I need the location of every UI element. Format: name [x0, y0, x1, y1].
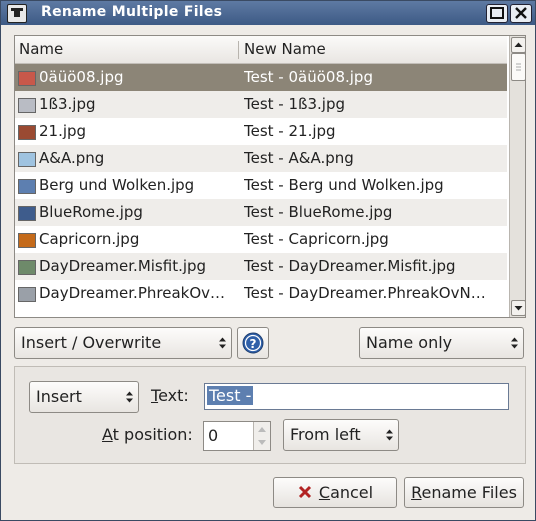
action-select[interactable]: Insert: [29, 381, 139, 413]
image-thumbnail-icon: [18, 287, 36, 302]
file-name-cell: 1ß3.jpg: [39, 95, 96, 113]
cancel-icon: [298, 485, 311, 499]
updown-arrow-icon: [511, 337, 518, 349]
column-separator[interactable]: [238, 41, 239, 59]
new-name-cell: Test - 21.jpg: [244, 122, 336, 140]
image-thumbnail-icon: [18, 71, 36, 86]
svg-text:?: ?: [250, 337, 257, 351]
file-name-cell: Berg und Wolken.jpg: [39, 176, 195, 194]
image-thumbnail-icon: [18, 233, 36, 248]
table-row[interactable]: Capricorn.jpg Test - Capricorn.jpg: [15, 226, 507, 253]
updown-arrow-icon: [126, 391, 133, 403]
image-thumbnail-icon: [18, 125, 36, 140]
file-rows: 0äüö08.jpg Test - 0äüö08.jpg 1ß3.jpg Test -…: [15, 64, 507, 307]
new-name-cell: Test - DayDreamer.PhreakOvN…: [244, 284, 486, 302]
window-title: Rename Multiple Files: [41, 4, 223, 20]
file-name-cell: DayDreamer.PhreakOv…: [39, 284, 226, 302]
text-label: Text:: [151, 386, 189, 405]
help-icon: ?: [242, 332, 264, 354]
close-icon: [515, 7, 527, 19]
maximize-button[interactable]: [486, 4, 508, 23]
file-list: Name New Name 0äüö08.jpg Test - 0äüö08.jp…: [14, 35, 526, 318]
file-name-cell: 0äüö08.jpg: [39, 68, 124, 86]
table-row[interactable]: 21.jpg Test - 21.jpg: [15, 118, 507, 145]
increment-arrow-icon: [258, 427, 266, 432]
help-button[interactable]: ?: [237, 327, 269, 359]
scope-select[interactable]: Name only: [359, 327, 524, 359]
app-menu-icon[interactable]: [7, 4, 27, 23]
table-row[interactable]: BlueRome.jpg Test - BlueRome.jpg: [15, 199, 507, 226]
cancel-button[interactable]: Cancel: [273, 477, 397, 508]
rename-dialog: Rename Multiple Files Name New Name 0äüö…: [0, 0, 536, 521]
spinner-buttons[interactable]: [253, 422, 270, 450]
text-input-value: Test -: [207, 386, 254, 405]
file-name-cell: Capricorn.jpg: [39, 230, 140, 248]
new-name-cell: Test - 0äüö08.jpg: [244, 68, 373, 86]
table-row[interactable]: A&A.png Test - A&A.png: [15, 145, 507, 172]
direction-select-value: From left: [290, 425, 361, 444]
scrollbar-thumb[interactable]: [511, 53, 525, 81]
column-header-name[interactable]: Name: [19, 36, 63, 63]
text-input[interactable]: Test -: [204, 383, 509, 410]
close-button[interactable]: [510, 4, 532, 23]
file-name-cell: 21.jpg: [39, 122, 87, 140]
new-name-cell: Test - Berg und Wolken.jpg: [244, 176, 444, 194]
image-thumbnail-icon: [18, 98, 36, 113]
image-thumbnail-icon: [18, 152, 36, 167]
image-thumbnail-icon: [18, 260, 36, 275]
direction-select[interactable]: From left: [283, 419, 399, 451]
position-value: 0: [208, 426, 219, 445]
updown-arrow-icon: [386, 429, 393, 441]
new-name-cell: Test - BlueRome.jpg: [244, 203, 393, 221]
file-name-cell: A&A.png: [39, 149, 105, 167]
decrement-arrow-icon: [258, 440, 266, 445]
new-name-cell: Test - A&A.png: [244, 149, 354, 167]
new-name-cell: Test - Capricorn.jpg: [244, 230, 389, 248]
scroll-up-button[interactable]: [511, 37, 525, 53]
arrow-down-icon: [514, 306, 523, 311]
arrow-up-icon: [514, 42, 523, 47]
table-row[interactable]: DayDreamer.PhreakOv… Test - DayDreamer.Ph…: [15, 280, 507, 307]
action-select-value: Insert: [36, 387, 82, 406]
rename-files-button[interactable]: Rename Files: [404, 477, 524, 508]
position-spinner[interactable]: 0: [203, 421, 271, 451]
updown-arrow-icon: [219, 337, 226, 349]
table-row[interactable]: DayDreamer.Misfit.jpg Test - DayDreamer.M…: [15, 253, 507, 280]
image-thumbnail-icon: [18, 179, 36, 194]
new-name-cell: Test - 1ß3.jpg: [244, 95, 346, 113]
table-row[interactable]: 0äüö08.jpg Test - 0äüö08.jpg: [15, 64, 507, 91]
new-name-cell: Test - DayDreamer.Misfit.jpg: [244, 257, 456, 275]
title-bar: Rename Multiple Files: [1, 1, 535, 25]
file-name-cell: BlueRome.jpg: [39, 203, 143, 221]
mode-select-value: Insert / Overwrite: [21, 333, 162, 352]
position-label: At position:: [102, 425, 193, 444]
scope-select-value: Name only: [366, 333, 453, 352]
scroll-down-button[interactable]: [511, 300, 525, 316]
vertical-scrollbar[interactable]: [509, 36, 525, 317]
mode-select[interactable]: Insert / Overwrite: [14, 327, 232, 359]
image-thumbnail-icon: [18, 206, 36, 221]
table-row[interactable]: Berg und Wolken.jpg Test - Berg und Wolke…: [15, 172, 507, 199]
table-row[interactable]: 1ß3.jpg Test - 1ß3.jpg: [15, 91, 507, 118]
file-name-cell: DayDreamer.Misfit.jpg: [39, 257, 207, 275]
column-header-new-name[interactable]: New Name: [244, 36, 326, 63]
list-header: Name New Name: [15, 36, 507, 64]
